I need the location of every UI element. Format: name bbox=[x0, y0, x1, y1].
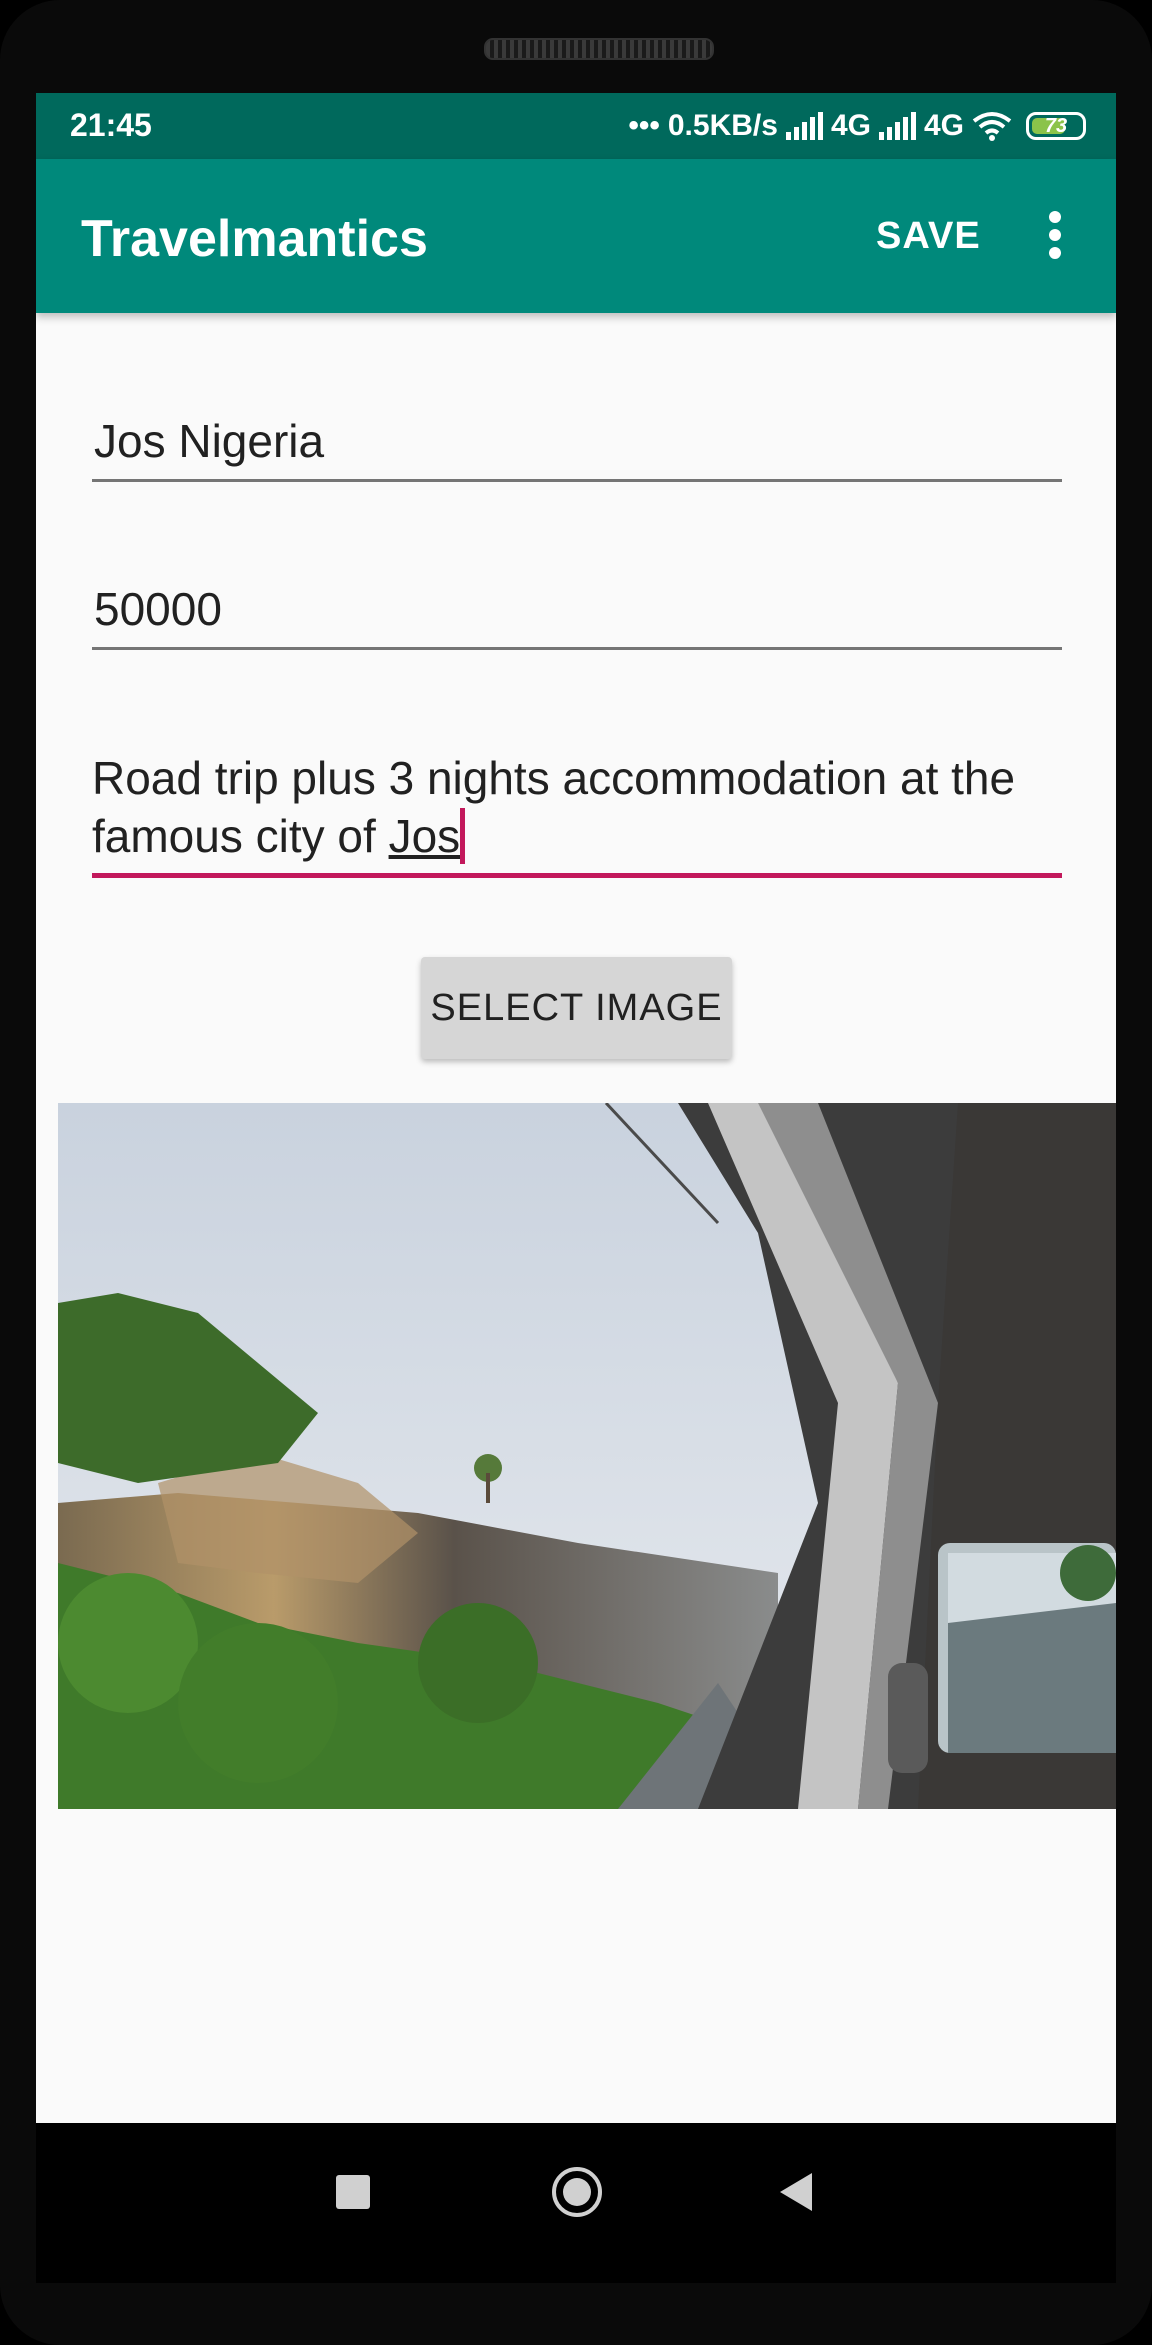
price-input[interactable] bbox=[92, 581, 1066, 637]
app-screen: 21:45 ••• 0.5KB/s 4G 4G 73 Travelmantics… bbox=[36, 93, 1116, 2123]
status-time: 21:45 bbox=[70, 107, 152, 143]
network-speed: 0.5KB/s bbox=[667, 109, 778, 142]
earpiece-speaker bbox=[484, 38, 714, 60]
navigation-bar bbox=[36, 2123, 1116, 2283]
status-bar: 21:45 ••• 0.5KB/s 4G 4G 73 bbox=[36, 93, 1116, 159]
signal-icon bbox=[785, 112, 823, 140]
save-button[interactable]: SAVE bbox=[876, 215, 981, 258]
more-vert-icon[interactable] bbox=[1040, 205, 1070, 265]
triangle-back-icon[interactable] bbox=[780, 2173, 812, 2211]
title-input[interactable] bbox=[92, 413, 1066, 469]
description-underline bbox=[92, 873, 1062, 878]
battery-icon: 73 bbox=[1026, 112, 1086, 140]
battery-level: 73 bbox=[1044, 114, 1068, 137]
square-icon[interactable] bbox=[336, 2175, 370, 2209]
network-type-1: 4G bbox=[830, 109, 871, 142]
wifi-icon bbox=[972, 111, 1012, 141]
app-bar: Travelmantics SAVE bbox=[36, 159, 1116, 313]
description-last-word: Jos bbox=[388, 810, 461, 862]
signal-icon bbox=[878, 112, 916, 140]
network-type-2: 4G bbox=[923, 109, 964, 142]
more-notifications-icon: ••• bbox=[628, 109, 660, 142]
description-text: Road trip plus 3 nights accommodation at… bbox=[92, 752, 1016, 862]
price-underline bbox=[92, 647, 1062, 650]
phone-frame: 21:45 ••• 0.5KB/s 4G 4G 73 Travelmantics… bbox=[0, 0, 1152, 2345]
select-image-button[interactable]: SELECT IMAGE bbox=[421, 957, 732, 1059]
trip-image bbox=[58, 1103, 1116, 1809]
status-indicators: ••• 0.5KB/s 4G 4G 73 bbox=[628, 107, 1086, 145]
description-input[interactable]: Road trip plus 3 nights accommodation at… bbox=[92, 749, 1062, 865]
circle-icon[interactable] bbox=[552, 2167, 602, 2217]
text-cursor bbox=[460, 808, 466, 864]
title-underline bbox=[92, 479, 1062, 482]
app-title: Travelmantics bbox=[81, 210, 428, 268]
